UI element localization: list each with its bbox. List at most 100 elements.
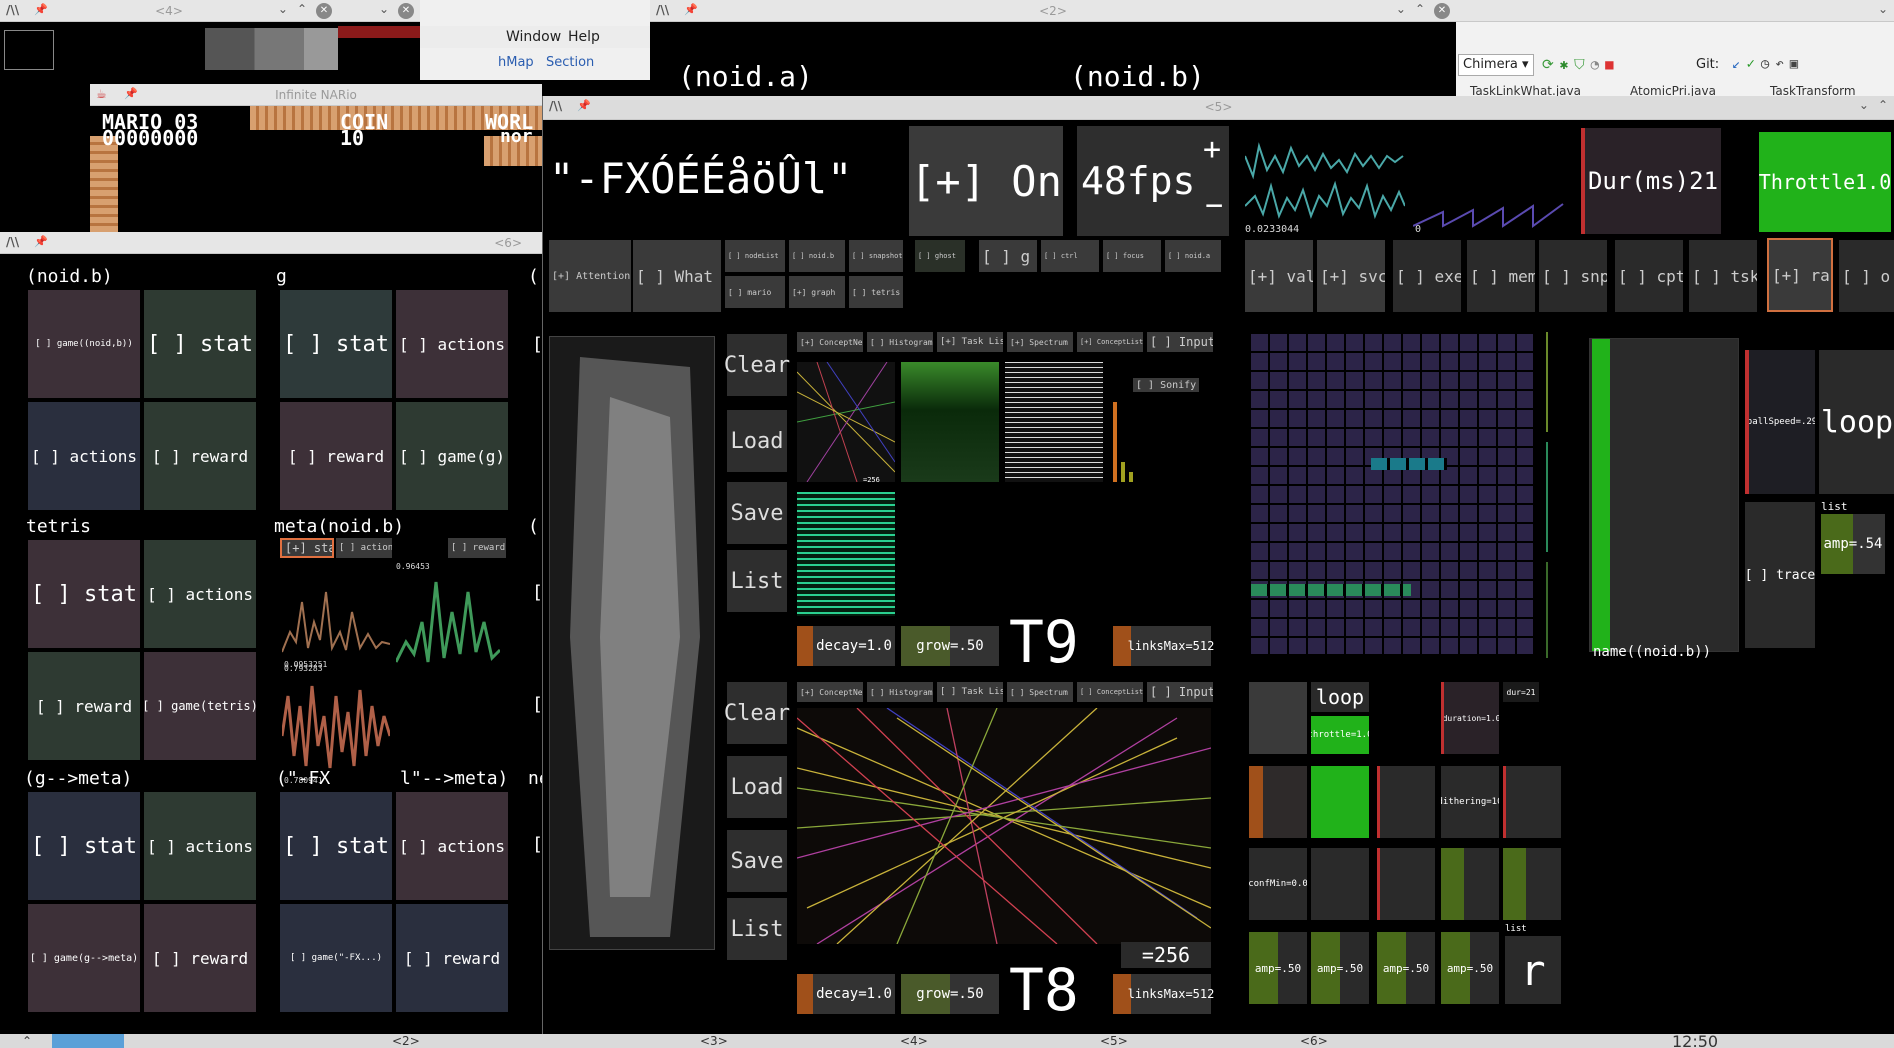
right-tab[interactable]: [ ] mem [1467, 240, 1535, 312]
game-tile[interactable]: [ ] game(g) [396, 402, 508, 510]
list-button[interactable]: List [727, 898, 787, 960]
mid-tab[interactable]: [ ] g [979, 240, 1037, 272]
actions-tile[interactable]: [ ] actions [396, 290, 508, 398]
chevron-up-icon[interactable]: ⌃ [1415, 2, 1425, 16]
right-tab[interactable]: [+] svc [1317, 240, 1385, 312]
commit-icon[interactable]: ✓ [1746, 56, 1760, 72]
mid-tab[interactable]: [ ] focus [1103, 240, 1161, 272]
meta-reward-tab[interactable]: [ ] reward [448, 538, 506, 558]
reward-tile[interactable]: [ ] reward [280, 402, 392, 510]
mid-tab[interactable]: [ ] snapshot [849, 240, 903, 272]
t9-tab[interactable]: [+] ConceptList [1077, 332, 1143, 352]
dithering-mini[interactable]: dithering=10 [1441, 766, 1499, 838]
t8-decay-slider[interactable]: decay=1.0 [797, 974, 895, 1014]
mid-tab[interactable]: [ ] ghost [915, 240, 965, 272]
taskbar-item[interactable]: <2> [392, 1034, 420, 1048]
window-small-titlebar[interactable]: ⌄ ✕ [338, 0, 420, 22]
taskbar-item[interactable]: <5> [1100, 1034, 1128, 1048]
ide-right-titlebar[interactable]: ⌄ [1456, 0, 1894, 22]
window-small[interactable]: ⌄ ✕ [338, 0, 420, 70]
chevron-down-icon[interactable]: ⌄ [1859, 98, 1869, 112]
stat-tile[interactable]: [ ] stat [144, 290, 256, 398]
chevron-down-icon[interactable]: ⌄ [278, 2, 288, 16]
right-tab[interactable]: [ ] exe [1393, 240, 1461, 312]
revert-icon[interactable]: ↶ [1775, 56, 1789, 72]
throttle-mini[interactable]: throttle=1.0 [1311, 716, 1369, 754]
sonify-toggle[interactable]: [ ] Sonify [1133, 378, 1199, 392]
game-tile[interactable]: [ ] game("-FX...) [280, 904, 392, 1012]
ballspeed-gauge[interactable]: ballSpeed=.29 [1745, 350, 1815, 494]
list-button[interactable]: List [727, 550, 787, 612]
run-config-select[interactable]: Chimera ▾ [1458, 54, 1534, 76]
t8-grow-slider[interactable]: grow=.50 [901, 974, 999, 1014]
reward-tile[interactable]: [ ] reward [144, 904, 256, 1012]
close-icon[interactable]: ✕ [1434, 3, 1450, 19]
mid-tab[interactable]: [ ] ctrl [1041, 240, 1099, 272]
right-tab[interactable]: [+] val [1245, 240, 1313, 312]
fps-minus-button[interactable]: − [1205, 188, 1223, 223]
stat-tile[interactable]: [ ] stat [28, 540, 140, 648]
stop-icon[interactable]: ■ [1605, 57, 1619, 73]
reward-tile[interactable]: [ ] reward [144, 402, 256, 510]
save-button[interactable]: Save [727, 830, 787, 892]
t9-linksmax-slider[interactable]: linksMax=512 [1113, 626, 1214, 666]
debug-icon[interactable]: ✱ [1560, 57, 1574, 73]
right-tab[interactable]: [ ] o [1839, 240, 1894, 312]
amp-mini[interactable]: amp=.50 [1377, 932, 1435, 1004]
ide-right[interactable]: ⌄ Chimera ▾ ⟳✱⛉◔■ Git: ↙✓◷↶▣ TaskLinkWha… [1456, 0, 1894, 100]
load-button[interactable]: Load [727, 410, 787, 472]
game-tile[interactable]: [ ] game((noid,b)) [28, 290, 140, 398]
actions-tile[interactable]: [ ] actions [28, 402, 140, 510]
window-6-titlebar[interactable]: /\\ 📌 <6> [0, 232, 542, 254]
clear-button[interactable]: Clear [724, 334, 790, 396]
confmin-mini[interactable]: confMin=0.0 [1249, 848, 1307, 920]
window-4-titlebar[interactable]: /\\ 📌 <4> ⌄ ⌃ ✕ [0, 0, 338, 22]
on-toggle[interactable]: [+] On [909, 126, 1063, 236]
window-6[interactable]: /\\ 📌 <6> (noid.b) [ ] game((noid,b)) [ … [0, 232, 542, 1034]
t9-tab[interactable]: [ ] Input [1147, 332, 1213, 352]
tab-attention[interactable]: [+] Attention [549, 240, 631, 312]
chevron-down-icon[interactable]: ⌄ [379, 2, 389, 16]
update-icon[interactable]: ↙ [1732, 56, 1746, 72]
throttle-button[interactable]: Throttle1.0 [1759, 132, 1891, 232]
right-tab[interactable]: [+] rar [1767, 238, 1833, 312]
mid-tab[interactable]: [ ] tetris [849, 276, 903, 308]
amp-gauge[interactable]: amp=.54 [1821, 514, 1885, 574]
ide-window[interactable]: Window Help hMap Section [420, 0, 650, 80]
save-button[interactable]: Save [727, 482, 787, 544]
stat-tile[interactable]: [ ] stat [280, 290, 392, 398]
clear-button[interactable]: Clear [724, 682, 790, 744]
t8-tab[interactable]: [ ] ConceptList [1077, 682, 1143, 702]
duration-mini[interactable]: duration=1.0 [1441, 682, 1499, 754]
chevron-up-icon[interactable]: ⌃ [297, 2, 307, 16]
load-button[interactable]: Load [727, 756, 787, 818]
meta-actions-tab[interactable]: [ ] actions [336, 538, 392, 558]
t9-grow-slider[interactable]: grow=.50 [901, 626, 999, 666]
mario-window-titlebar[interactable]: ☕ 📌 Infinite NARio [90, 84, 542, 106]
actions-tile[interactable]: [ ] actions [396, 792, 508, 900]
game-tile[interactable]: [ ] game(g-->meta) [28, 904, 140, 1012]
meta-stat-tab[interactable]: [+] stat [280, 538, 334, 558]
t8-tab[interactable]: [ ] Input [1147, 682, 1213, 702]
profile-icon[interactable]: ◔ [1591, 57, 1605, 73]
close-icon[interactable]: ✕ [398, 3, 414, 19]
t8-tab[interactable]: [ ] Task List [937, 682, 1003, 702]
t9-tab[interactable]: [+] Task List [937, 332, 1003, 352]
actions-tile[interactable]: [ ] actions [144, 540, 256, 648]
chevron-down-icon[interactable]: ⌄ [1878, 2, 1888, 16]
t8-tab[interactable]: [ ] Spectrum [1007, 682, 1073, 702]
start-icon[interactable]: ⌃ [22, 1034, 32, 1048]
t9-tab[interactable]: [+] Spectrum [1007, 332, 1073, 352]
window-2[interactable]: /\\ 📌 <2> ⌄ ⌃ ✕ (noid.a) (noid.b) [650, 0, 1456, 100]
taskbar-item[interactable]: <3> [700, 1034, 728, 1048]
window-4[interactable]: /\\ 📌 <4> ⌄ ⌃ ✕ [0, 0, 338, 70]
layout-icon[interactable]: ▣ [1790, 56, 1804, 72]
t9-tab[interactable]: [+] ConceptNet [797, 332, 863, 352]
breadcrumb-item[interactable]: Section [546, 55, 594, 70]
mid-tab[interactable]: [+] graph [789, 276, 845, 308]
t8-tab[interactable]: [ ] Histogram [867, 682, 933, 702]
actions-tile[interactable]: [ ] actions [144, 792, 256, 900]
chevron-down-icon[interactable]: ⌄ [1396, 2, 1406, 16]
t9-decay-slider[interactable]: decay=1.0 [797, 626, 895, 666]
reward-tile[interactable]: [ ] reward [28, 652, 140, 760]
